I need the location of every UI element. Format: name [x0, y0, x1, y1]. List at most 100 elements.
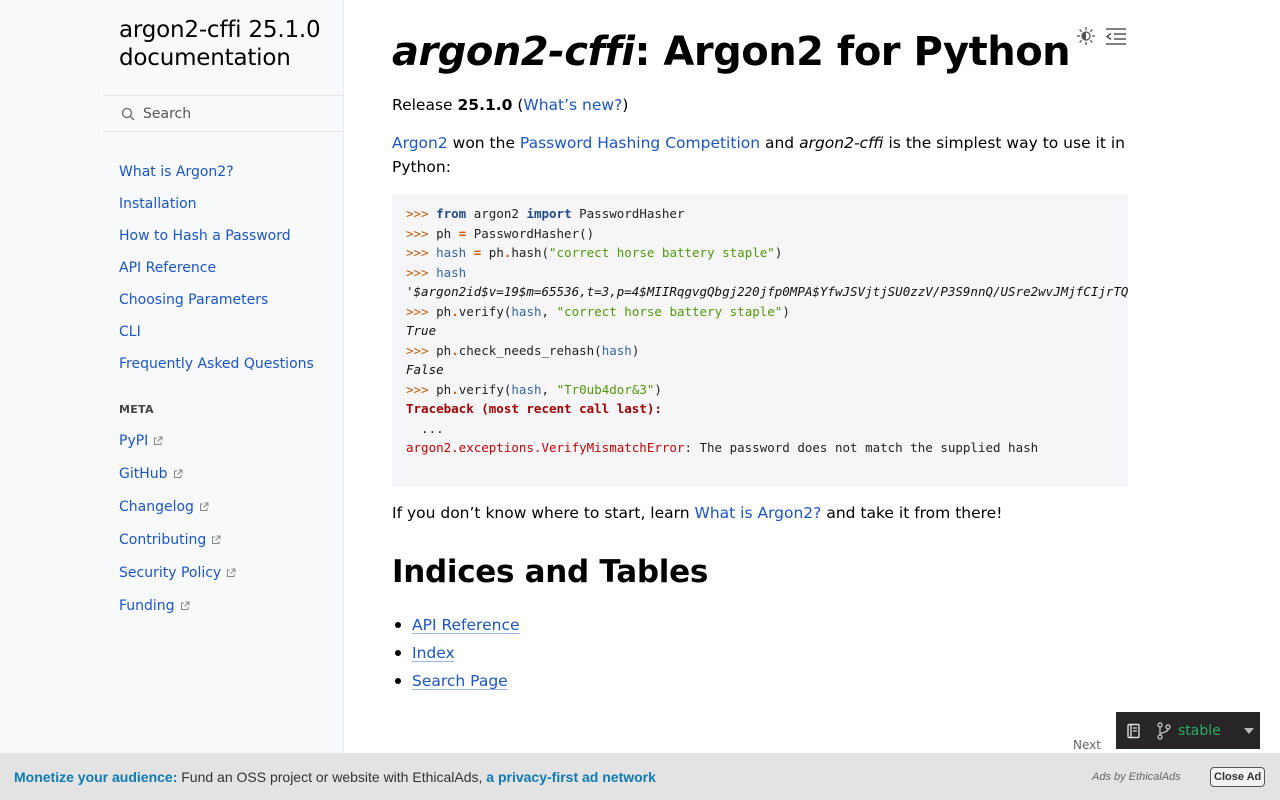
- page-title-em: argon2-cffi: [392, 29, 635, 75]
- release-line: Release 25.1.0 (What’s new?): [392, 96, 628, 114]
- rtd-flyout[interactable]: stable: [1116, 712, 1260, 749]
- closing-paragraph: If you don’t know where to start, learn …: [392, 504, 1002, 522]
- code-text: hash(: [511, 245, 550, 260]
- release-open: (: [512, 96, 524, 114]
- code-text: PasswordHasher: [571, 206, 685, 221]
- toc-toggle-button[interactable]: [1104, 26, 1128, 46]
- code-text: ph: [436, 381, 452, 397]
- closing-text: and take it from there!: [821, 504, 1003, 522]
- intro-em: argon2-cffi: [799, 134, 884, 152]
- intro-text: won the: [447, 134, 520, 152]
- ad-lead-link[interactable]: Monetize your audience:: [14, 769, 177, 785]
- code-text: ,: [541, 381, 557, 397]
- release-label: Release: [392, 96, 458, 114]
- search-page-link[interactable]: Search Page: [412, 669, 508, 693]
- meta-item-label: Contributing: [119, 531, 207, 548]
- code-prompt: >>>: [406, 264, 437, 280]
- sidebar-item-faq[interactable]: Frequently Asked Questions: [119, 348, 314, 380]
- code-text: : The password does not match the suppli…: [684, 440, 1039, 455]
- whats-new-link[interactable]: What’s new?: [523, 96, 622, 114]
- sidebar-item-how-to-hash[interactable]: How to Hash a Password: [119, 220, 314, 252]
- code-traceback: Traceback (most recent call last):: [406, 401, 662, 416]
- meta-caption: META: [119, 403, 154, 416]
- code-prompt: >>>: [406, 381, 437, 397]
- code-prompt: >>>: [406, 206, 437, 221]
- list-item: Search Page: [392, 667, 520, 695]
- meta-item-funding[interactable]: Funding: [119, 589, 236, 622]
- bullet: [395, 622, 401, 628]
- what-is-argon2-link[interactable]: What is Argon2?: [695, 504, 822, 522]
- code-builtin: hash: [436, 245, 467, 260]
- meta-item-label: Funding: [119, 597, 175, 614]
- sidebar-item-cli[interactable]: CLI: [119, 316, 314, 348]
- code-text: ): [631, 342, 640, 358]
- external-link-icon: [212, 535, 221, 544]
- code-output: '$argon2id$v=19$m=65536,t=3,p=4$MIIRqgvg…: [406, 284, 1128, 299]
- code-text: check_needs_rehash(: [458, 342, 602, 358]
- meta-item-label: Changelog: [119, 498, 194, 515]
- sidebar-item-installation[interactable]: Installation: [119, 188, 314, 220]
- sidebar-nav: What is Argon2? Installation How to Hash…: [119, 156, 314, 380]
- git-branch-icon: [1157, 721, 1171, 740]
- code-string: "correct horse battery staple": [556, 303, 783, 319]
- code-operator: .: [451, 342, 459, 358]
- sidebar-search[interactable]: [103, 95, 344, 132]
- index-link[interactable]: Index: [412, 641, 455, 665]
- bullet: [395, 678, 401, 684]
- ads-by-link[interactable]: Ads by EthicalAds: [1092, 771, 1181, 783]
- code-prompt: >>>: [406, 303, 437, 319]
- code-prompt: >>>: [406, 342, 437, 358]
- version-label: stable: [1178, 722, 1221, 739]
- search-input[interactable]: [143, 105, 323, 122]
- sidebar-item-api-reference[interactable]: API Reference: [119, 252, 314, 284]
- code-text: ph: [436, 342, 452, 358]
- code-output: True: [406, 323, 437, 338]
- ethicalads-bar: Monetize your audience: Fund an OSS proj…: [0, 753, 1280, 800]
- next-page-link[interactable]: Next: [1073, 738, 1101, 752]
- release-close: ): [622, 96, 629, 114]
- argon2-link[interactable]: Argon2: [392, 134, 448, 152]
- close-ad-button[interactable]: Close Ad: [1210, 767, 1266, 787]
- api-reference-link[interactable]: API Reference: [412, 613, 520, 637]
- code-text: verify(: [458, 303, 512, 319]
- sidebar: argon2-cffi 25.1.0 documentation What is…: [0, 0, 344, 800]
- code-keyword: import: [526, 206, 572, 221]
- meta-item-pypi[interactable]: PyPI: [119, 424, 236, 457]
- book-icon: [1127, 723, 1140, 738]
- code-text: PasswordHasher(): [466, 225, 595, 241]
- phc-link[interactable]: Password Hashing Competition: [520, 134, 760, 152]
- meta-item-contributing[interactable]: Contributing: [119, 523, 236, 556]
- code-text: ): [782, 303, 790, 319]
- code-builtin: hash: [511, 303, 542, 319]
- external-link-icon: [173, 469, 183, 478]
- sidebar-item-choosing-parameters[interactable]: Choosing Parameters: [119, 284, 314, 316]
- indices-heading: Indices and Tables: [392, 554, 708, 590]
- meta-item-security-policy[interactable]: Security Policy: [119, 556, 236, 589]
- theme-toggle-button[interactable]: [1075, 25, 1097, 47]
- code-text: ph: [436, 225, 459, 241]
- ad-privacy-link[interactable]: a privacy-first ad network: [486, 769, 656, 785]
- list-item: Index: [392, 639, 520, 667]
- code-text: ph: [481, 245, 504, 260]
- code-operator: .: [451, 303, 459, 319]
- meta-item-label: Security Policy: [119, 564, 222, 581]
- code-operator: .: [451, 381, 459, 397]
- meta-item-github[interactable]: GitHub: [119, 457, 236, 490]
- sidebar-item-what-is-argon2[interactable]: What is Argon2?: [119, 156, 314, 188]
- code-prompt: >>>: [406, 225, 437, 241]
- ad-text: Monetize your audience: Fund an OSS proj…: [14, 769, 656, 785]
- code-prompt: >>>: [406, 245, 437, 260]
- external-link-icon: [199, 502, 209, 511]
- code-string: "Tr0ub4dor&3": [556, 381, 655, 397]
- code-text: argon2: [466, 206, 527, 221]
- code-builtin: hash: [601, 342, 632, 358]
- code-exception: argon2.exceptions.VerifyMismatchError: [406, 440, 685, 455]
- brand-link[interactable]: argon2-cffi 25.1.0 documentation: [119, 16, 334, 72]
- indices-list: API Reference Index Search Page: [392, 611, 520, 695]
- external-link-icon: [227, 568, 236, 577]
- code-text: ph: [436, 303, 452, 319]
- list-item: API Reference: [392, 611, 520, 639]
- meta-item-changelog[interactable]: Changelog: [119, 490, 236, 523]
- code-text: verify(: [458, 381, 512, 397]
